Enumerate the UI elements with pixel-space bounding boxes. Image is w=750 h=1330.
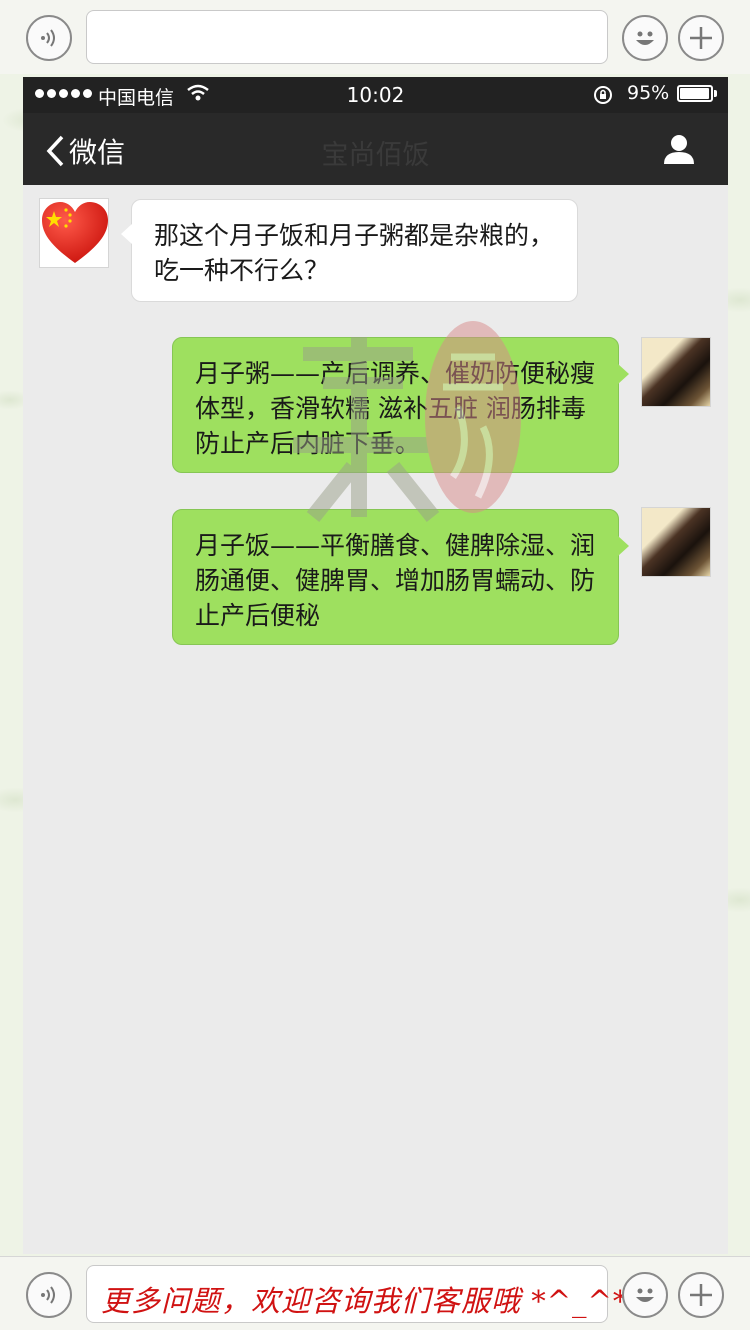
status-time: 10:02 bbox=[346, 83, 405, 107]
bubble-tail bbox=[121, 224, 132, 244]
message-text: 月子饭——平衡膳食、健脾除湿、润肠通便、健脾胃、增加肠胃蠕动、防止产后便秘 bbox=[195, 531, 596, 630]
bottom-composer-bar: 更多问题，欢迎咨询我们客服哦 *^_^* bbox=[0, 1256, 750, 1330]
sender-avatar[interactable] bbox=[39, 198, 109, 268]
voice-input-button[interactable] bbox=[26, 15, 72, 61]
voice-icon bbox=[41, 1286, 55, 1304]
top-composer-bar bbox=[0, 0, 750, 74]
bubble-tail bbox=[618, 536, 629, 556]
contact-info-icon[interactable] bbox=[661, 132, 697, 166]
more-options-button[interactable] bbox=[678, 1272, 724, 1318]
plus-icon bbox=[690, 27, 712, 49]
battery-level-fill bbox=[680, 88, 709, 99]
message-input-text: 更多问题，欢迎咨询我们客服哦 *^_^* bbox=[101, 1284, 629, 1318]
heart-flag-avatar-icon bbox=[42, 202, 108, 263]
rotation-lock-icon bbox=[594, 86, 612, 104]
emoji-button[interactable] bbox=[622, 15, 668, 61]
battery-icon bbox=[677, 85, 713, 102]
smiley-icon bbox=[636, 31, 654, 45]
received-message-bubble[interactable]: 那这个月子饭和月子粥都是杂粮的，吃一种不行么？ bbox=[121, 199, 578, 302]
watermark-logo bbox=[293, 321, 521, 522]
plus-icon bbox=[690, 1284, 712, 1306]
phone-screen: 中国电信 10:02 95% 微信 宝尚佰饭 那这个月子饭和月子粥都是杂粮的，吃… bbox=[23, 77, 728, 1254]
message-text: 那这个月子饭和月子粥都是杂粮的，吃一种不行么？ bbox=[154, 221, 555, 285]
book-cover-avatar-icon bbox=[642, 508, 710, 576]
voice-input-button[interactable] bbox=[26, 1272, 72, 1318]
my-avatar[interactable] bbox=[641, 507, 711, 577]
smiley-icon bbox=[636, 1288, 654, 1302]
more-options-button[interactable] bbox=[678, 15, 724, 61]
chat-title: 宝尚佰饭 bbox=[321, 140, 430, 171]
battery-cap bbox=[714, 90, 717, 97]
book-cover-avatar-icon bbox=[642, 338, 710, 406]
my-avatar[interactable] bbox=[641, 337, 711, 407]
bubble-tail bbox=[618, 364, 629, 384]
message-input-field[interactable] bbox=[86, 10, 608, 64]
chat-nav-bar: 微信 宝尚佰饭 bbox=[23, 113, 728, 185]
battery-percentage: 95% bbox=[627, 82, 670, 104]
emoji-button[interactable] bbox=[622, 1272, 668, 1318]
status-bar: 中国电信 10:02 95% bbox=[23, 77, 728, 113]
message-input-field[interactable]: 更多问题，欢迎咨询我们客服哦 *^_^* bbox=[86, 1265, 627, 1323]
voice-icon bbox=[41, 29, 55, 47]
